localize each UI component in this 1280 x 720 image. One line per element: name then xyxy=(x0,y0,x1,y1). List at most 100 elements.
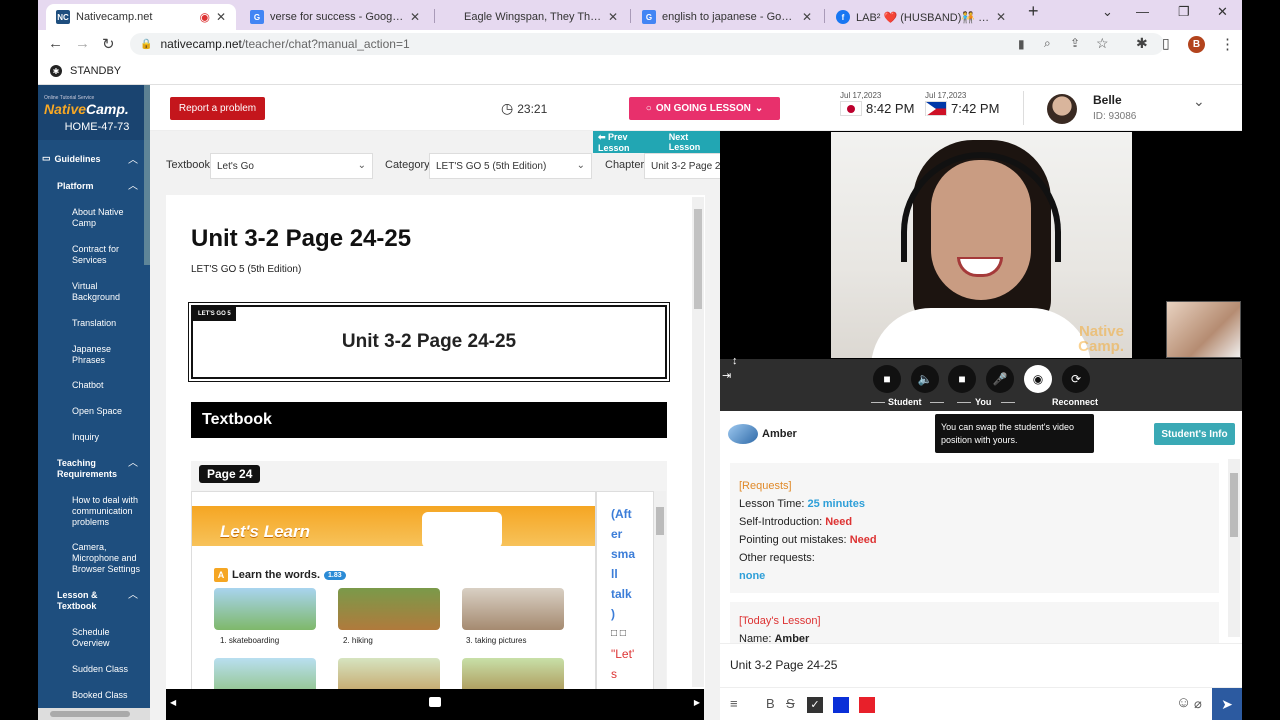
bookmark-standby[interactable]: STANDBY xyxy=(70,65,121,77)
lock-icon: 🔒 xyxy=(140,38,153,50)
note-scrollbar[interactable] xyxy=(654,491,666,689)
tutor-self-video[interactable] xyxy=(1166,301,1241,358)
send-button[interactable]: ➤ xyxy=(1212,688,1242,720)
sidebar-guidelines[interactable]: ▭ Guidelines xyxy=(38,153,101,164)
maximize-icon[interactable]: ❐ xyxy=(1178,4,1190,20)
checkbox-icon[interactable]: ✓ xyxy=(807,697,823,713)
chevron-up-icon[interactable]: ︿ xyxy=(128,151,138,166)
scroll-thumb[interactable] xyxy=(694,209,702,309)
sidebar-item-inquiry[interactable]: Inquiry xyxy=(72,432,144,443)
chevron-up-icon[interactable]: ︿ xyxy=(128,586,138,601)
tab-eagle-wingspan[interactable]: Eagle Wingspan, They That Wait ✕ xyxy=(438,4,628,30)
emoji-icon[interactable]: ☺ xyxy=(1176,694,1191,711)
address-bar[interactable]: 🔒 nativecamp.net/teacher/chat?manual_act… xyxy=(130,33,1164,55)
lesson-timer: ◷ 23:21 xyxy=(501,100,548,116)
sidebar-item-booked-class[interactable]: Booked Class xyxy=(72,690,144,701)
prev-lesson-button[interactable]: ⬅ Prev Lesson xyxy=(598,132,659,153)
chevron-down-icon[interactable]: ⌄ xyxy=(1193,93,1205,110)
blue-color-button[interactable] xyxy=(833,697,849,713)
chat-input[interactable]: Unit 3-2 Page 24-25 xyxy=(720,643,1242,687)
sidebar-platform[interactable]: Platform xyxy=(57,181,94,191)
close-tab-icon[interactable]: ✕ xyxy=(608,10,618,24)
sidebar-item-japanese[interactable]: Japanese Phrases xyxy=(72,344,144,366)
sidebar-item-communication[interactable]: How to deal with communication problems xyxy=(72,495,144,528)
red-color-button[interactable] xyxy=(859,697,875,713)
tutor-mic-button[interactable]: 🎤 xyxy=(986,365,1014,393)
profile-avatar[interactable]: B xyxy=(1188,36,1205,53)
resize-vertical-icon[interactable]: ↕ xyxy=(732,355,738,367)
nativecamp-logo[interactable]: NativeCamp. xyxy=(44,101,150,117)
sidebar-teaching[interactable]: Teaching Requirements xyxy=(57,458,127,480)
textbook-page: Unit 3-2 Page 24-25 LET'S GO 5 (5th Edit… xyxy=(166,195,705,689)
expand-icon[interactable]: ⇥ xyxy=(722,369,731,382)
close-tab-icon[interactable]: ✕ xyxy=(216,10,226,24)
scroll-thumb[interactable] xyxy=(1230,473,1238,537)
swap-video-button[interactable]: ◉ xyxy=(1024,365,1052,393)
sidebar-item-translation[interactable]: Translation xyxy=(72,318,144,329)
scroll-right-icon[interactable]: ▶ xyxy=(694,698,700,707)
tab-facebook[interactable]: f LAB² ❤️ (HUSBAND)🧑‍🤝‍🧑 message ✕ xyxy=(826,4,1016,30)
minimize-icon[interactable]: — xyxy=(1136,4,1149,19)
extensions-icon[interactable]: ✱ xyxy=(1136,35,1148,52)
tutor-avatar[interactable] xyxy=(1047,94,1077,124)
sidebar-item-virtual-bg[interactable]: Virtual Background xyxy=(72,281,144,303)
category-select[interactable]: LET'S GO 5 (5th Edition) ⌄ xyxy=(429,153,592,179)
info-scrollbar[interactable] xyxy=(1228,459,1240,637)
textbook-select[interactable]: Let's Go ⌄ xyxy=(210,153,373,179)
close-window-icon[interactable]: ✕ xyxy=(1217,4,1228,20)
attach-icon[interactable]: ⌀ xyxy=(1194,696,1202,712)
next-lesson-button[interactable]: Next Lesson xyxy=(669,132,720,152)
tab-search-icon[interactable]: ⌄ xyxy=(1102,4,1113,20)
menu-lines-icon[interactable]: ≡ xyxy=(730,696,738,711)
sidebar-horizontal-scrollbar[interactable] xyxy=(38,708,150,720)
side-panel-icon[interactable]: ▯ xyxy=(1162,35,1170,52)
tab-google-verse[interactable]: G verse for success - Google Search ✕ xyxy=(240,4,430,30)
scroll-left-icon[interactable]: ◀ xyxy=(170,698,176,707)
back-icon[interactable]: ← xyxy=(48,35,63,52)
bookmark-star-icon[interactable]: ☆ xyxy=(1096,35,1109,52)
zoom-icon[interactable]: ⌕ xyxy=(1044,36,1051,51)
sidebar-lesson-textbook[interactable]: Lesson & Textbook xyxy=(57,590,117,612)
scroll-thumb[interactable] xyxy=(429,697,441,707)
page-scroll-bar-bottom[interactable]: ◀ ▶ xyxy=(166,689,704,720)
student-volume-button[interactable]: 🔈 xyxy=(911,365,939,393)
ongoing-lesson-button[interactable]: ○ ON GOING LESSON ⌄ xyxy=(629,97,780,120)
sidebar-item-schedule[interactable]: Schedule Overview xyxy=(72,627,144,649)
share-icon[interactable]: ⇪ xyxy=(1070,36,1080,50)
reconnect-button[interactable]: ⟳ xyxy=(1062,365,1090,393)
reconnect-label: Reconnect xyxy=(1052,397,1099,407)
sidebar-item-about[interactable]: About Native Camp xyxy=(72,207,144,229)
student-info-button[interactable]: Student's Info xyxy=(1154,423,1235,445)
tab-separator xyxy=(630,9,631,23)
tutor-camera-button[interactable]: ■ xyxy=(948,365,976,393)
tab-google-english[interactable]: G english to japanese - Google Sea ✕ xyxy=(632,4,822,30)
sidebar-item-open-space[interactable]: Open Space xyxy=(72,406,144,417)
close-tab-icon[interactable]: ✕ xyxy=(802,10,812,24)
cat-illustration-icon xyxy=(422,512,502,548)
sidebar-item-contract[interactable]: Contract for Services xyxy=(72,244,144,266)
forward-icon[interactable]: → xyxy=(75,35,90,52)
sidebar-item-sudden-class[interactable]: Sudden Class xyxy=(72,664,144,675)
scroll-thumb[interactable] xyxy=(656,507,664,535)
reload-icon[interactable]: ↻ xyxy=(102,35,115,53)
new-tab-icon[interactable]: + xyxy=(1028,1,1039,22)
sidebar-item-camera-settings[interactable]: Camera, Microphone and Browser Settings xyxy=(72,542,144,575)
camera-in-use-icon[interactable]: ▮ xyxy=(1018,37,1025,51)
browser-menu-icon[interactable]: ⋮ xyxy=(1220,35,1235,53)
skateboarding-picture xyxy=(214,588,316,630)
report-problem-button[interactable]: Report a problem xyxy=(170,97,265,120)
page-scrollbar[interactable] xyxy=(692,197,704,687)
chevron-up-icon[interactable]: ︿ xyxy=(128,177,138,192)
strikethrough-icon[interactable]: S xyxy=(786,696,795,711)
tab-nativecamp[interactable]: NC Nativecamp.net ◉ ✕ xyxy=(46,4,236,30)
bold-icon[interactable]: B xyxy=(766,696,775,711)
close-tab-icon[interactable]: ✕ xyxy=(996,10,1006,24)
close-tab-icon[interactable]: ✕ xyxy=(410,10,420,24)
student-video[interactable]: Native Camp. xyxy=(831,132,1132,358)
sidebar-item-chatbot[interactable]: Chatbot xyxy=(72,380,144,391)
page-24-section: Page 24 Let's Learn A Learn the words. 1.8… xyxy=(191,461,667,689)
student-camera-button[interactable]: ■ xyxy=(873,365,901,393)
chevron-up-icon[interactable]: ︿ xyxy=(128,454,138,469)
chapter-select[interactable]: Unit 3-2 Page 2 xyxy=(644,153,720,179)
scroll-thumb[interactable] xyxy=(50,711,130,717)
